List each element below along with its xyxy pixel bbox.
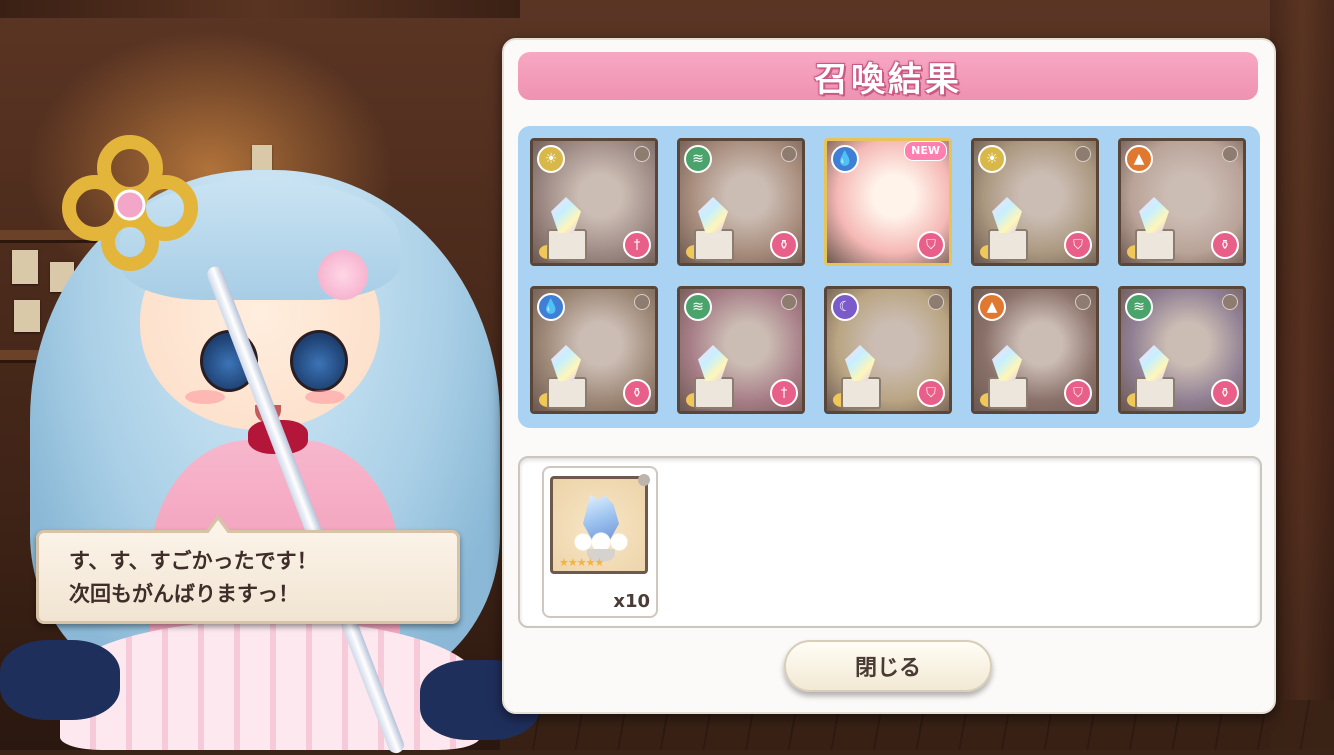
water-drop-icon: 💧 bbox=[831, 145, 859, 173]
golden-key-icon bbox=[62, 135, 198, 271]
summon-card[interactable]: ☀ ⛉ bbox=[971, 138, 1099, 266]
wind-icon: ≋ bbox=[1125, 293, 1153, 321]
result-title: 召喚結果 bbox=[814, 59, 962, 100]
info-icon bbox=[1075, 146, 1091, 162]
wind-icon: ≋ bbox=[684, 293, 712, 321]
guide-character bbox=[0, 60, 540, 755]
hair-flower bbox=[318, 250, 368, 300]
character-blush bbox=[305, 390, 345, 404]
crystal-flower-icon: ★★★★★ bbox=[550, 476, 648, 574]
summon-card[interactable]: ☀ † bbox=[530, 138, 658, 266]
dialogue-box: す、す、すごかったです！ 次回もがんばりますっ！ bbox=[36, 515, 460, 624]
rarity-stars: ★★★★★ bbox=[559, 556, 604, 569]
summon-card[interactable]: 💧 NEW ⛉ bbox=[824, 138, 952, 266]
moon-icon: ☾ bbox=[831, 293, 859, 321]
ceiling-beam bbox=[0, 0, 520, 18]
close-button[interactable]: 閉じる bbox=[784, 640, 992, 692]
summon-card[interactable]: ≋ † bbox=[677, 286, 805, 414]
character-blush bbox=[185, 390, 225, 404]
shield-icon: ⛉ bbox=[1064, 379, 1092, 407]
dialogue-line: す、す、すごかったです！ bbox=[69, 549, 318, 573]
sun-icon: ☀ bbox=[537, 145, 565, 173]
info-icon bbox=[1222, 146, 1238, 162]
rainbow-crystal-icon bbox=[1127, 345, 1177, 409]
summon-card[interactable]: 💧 ⚱ bbox=[530, 286, 658, 414]
info-icon bbox=[781, 146, 797, 162]
water-drop-icon: 💧 bbox=[537, 293, 565, 321]
sun-icon: ☀ bbox=[978, 145, 1006, 173]
sword-icon: † bbox=[623, 231, 651, 259]
potion-icon: ⚱ bbox=[1211, 379, 1239, 407]
sword-icon: † bbox=[770, 379, 798, 407]
reward-count: x10 bbox=[613, 591, 650, 612]
shield-icon: ⛉ bbox=[1064, 231, 1092, 259]
summon-card[interactable]: ≋ ⚱ bbox=[677, 138, 805, 266]
reward-item[interactable]: ★★★★★ x10 bbox=[542, 466, 658, 618]
summon-result-panel: 召喚結果 ☀ † ≋ ⚱ 💧 NEW ⛉ ☀ ⛉ ▲ ⚱ 💧 ⚱ ≋ † ☾ ⛉ ▲ ⛉ ≋ ⚱ ★★★★★ x10 閉… bbox=[502, 38, 1276, 714]
rainbow-crystal-icon bbox=[686, 197, 736, 261]
potion-icon: ⚱ bbox=[623, 379, 651, 407]
character-skirt bbox=[60, 620, 480, 750]
summon-card[interactable]: ▲ ⚱ bbox=[1118, 138, 1246, 266]
rainbow-crystal-icon bbox=[980, 345, 1030, 409]
rainbow-crystal-icon bbox=[980, 197, 1030, 261]
dialogue-line: 次回もがんばりますっ！ bbox=[69, 582, 300, 606]
shield-icon: ⛉ bbox=[917, 231, 945, 259]
info-icon bbox=[781, 294, 797, 310]
skirt-ribbon bbox=[0, 640, 120, 720]
shield-icon: ⛉ bbox=[917, 379, 945, 407]
info-icon bbox=[634, 146, 650, 162]
wind-icon: ≋ bbox=[684, 145, 712, 173]
wooden-pillar bbox=[1270, 0, 1334, 750]
fire-icon: ▲ bbox=[978, 293, 1006, 321]
summon-card[interactable]: ▲ ⛉ bbox=[971, 286, 1099, 414]
summon-card-grid: ☀ † ≋ ⚱ 💧 NEW ⛉ ☀ ⛉ ▲ ⚱ 💧 ⚱ ≋ † ☾ ⛉ ▲ ⛉ ≋ ⚱ bbox=[518, 126, 1260, 428]
info-icon bbox=[638, 474, 650, 486]
potion-icon: ⚱ bbox=[770, 231, 798, 259]
rainbow-crystal-icon bbox=[686, 345, 736, 409]
rainbow-crystal-icon bbox=[539, 345, 589, 409]
new-badge: NEW bbox=[904, 141, 947, 161]
info-icon bbox=[1075, 294, 1091, 310]
rainbow-crystal-icon bbox=[539, 197, 589, 261]
info-icon bbox=[1222, 294, 1238, 310]
summon-card[interactable]: ≋ ⚱ bbox=[1118, 286, 1246, 414]
character-eye bbox=[290, 330, 348, 392]
summon-card[interactable]: ☾ ⛉ bbox=[824, 286, 952, 414]
fire-icon: ▲ bbox=[1125, 145, 1153, 173]
info-icon bbox=[928, 294, 944, 310]
info-icon bbox=[634, 294, 650, 310]
rainbow-crystal-icon bbox=[1127, 197, 1177, 261]
rainbow-crystal-icon bbox=[833, 345, 883, 409]
potion-icon: ⚱ bbox=[1211, 231, 1239, 259]
reward-list: ★★★★★ x10 bbox=[518, 456, 1262, 628]
result-title-bar: 召喚結果 bbox=[518, 52, 1258, 100]
